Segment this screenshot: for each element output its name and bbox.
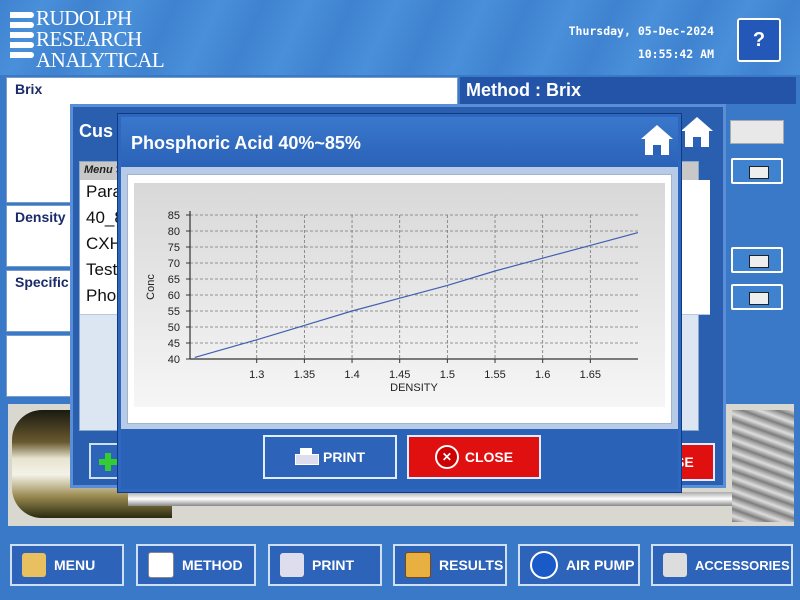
print-button[interactable]: PRINT	[263, 435, 397, 479]
keyboard-icon	[749, 292, 769, 305]
home-icon[interactable]	[641, 125, 673, 157]
y-tick-label: 75	[168, 242, 180, 254]
x-tick-label: 1.45	[389, 369, 410, 381]
print-label: PRINT	[323, 449, 365, 465]
specific-panel: Specific	[6, 270, 76, 332]
air-pump-icon	[530, 551, 558, 579]
results-icon	[405, 552, 431, 578]
y-tick-label: 65	[168, 274, 180, 286]
date-text: Thursday, 05-Dec-2024	[568, 24, 714, 38]
x-tick-label: 1.65	[580, 369, 601, 381]
method-icon	[148, 552, 174, 578]
custom-dialog-title: Cus	[79, 121, 114, 141]
logo-line-3: ANALYTICAL	[36, 48, 165, 72]
nav-label: RESULTS	[439, 557, 504, 573]
keyboard-button-1[interactable]	[731, 158, 783, 184]
nav-label: ACCESSORIES	[695, 557, 790, 573]
y-axis-label: Conc	[145, 274, 157, 300]
keyboard-button-3[interactable]	[731, 284, 783, 310]
nav-label: AIR PUMP	[566, 557, 635, 573]
header-bar: RUDOLPH RESEARCH ANALYTICAL Thursday, 05…	[0, 0, 800, 75]
y-tick-label: 55	[168, 306, 180, 318]
nav-label: MENU	[54, 557, 96, 573]
x-axis-label: DENSITY	[390, 382, 438, 394]
keyboard-button-2[interactable]	[731, 247, 783, 273]
tick-labels: 40 45 50 55 60 65 70 75 80 85 1.3 1.35 1.4 1.45 1.5 1.5…	[168, 210, 601, 381]
chart-area: 40 45 50 55 60 65 70 75 80 85 1.3 1.35 1.4 1.45 1.5 1.5…	[127, 174, 672, 424]
x-tick-label: 1.5	[440, 369, 455, 381]
concentration-chart: 40 45 50 55 60 65 70 75 80 85 1.3 1.35 1.4 1.45 1.5 1.5…	[145, 210, 639, 394]
menu-button[interactable]: MENU	[10, 544, 124, 586]
y-tick-label: 50	[168, 322, 180, 334]
specific-label: Specific	[15, 274, 69, 290]
accessories-button[interactable]: ACCESSORIES	[651, 544, 793, 586]
results-button[interactable]: RESULTS	[393, 544, 507, 586]
y-tick-label: 60	[168, 290, 180, 302]
close-button[interactable]: ✕ CLOSE	[407, 435, 541, 479]
logo-waves-icon	[10, 12, 34, 64]
x-tick-label: 1.4	[344, 369, 359, 381]
dialog-footer: PRINT ✕ CLOSE	[121, 429, 678, 489]
menu-icon	[22, 553, 46, 577]
density-label: Density	[15, 209, 66, 225]
x-tick-label: 1.6	[535, 369, 550, 381]
keyboard-icon	[749, 255, 769, 268]
x-tick-label: 1.3	[249, 369, 264, 381]
blank-panel	[6, 335, 76, 397]
company-logo: RUDOLPH RESEARCH ANALYTICAL	[8, 6, 165, 71]
logo-line-1: RUDOLPH	[36, 6, 132, 30]
logo-line-2: RESEARCH	[36, 27, 142, 51]
close-icon: ✕	[434, 445, 459, 469]
help-button[interactable]: ?	[737, 18, 781, 62]
curve-dialog: Phosphoric Acid 40%~85% 40 45 50 55 60 65 70 75…	[118, 114, 681, 492]
method-button[interactable]: METHOD	[136, 544, 256, 586]
keyboard-icon	[749, 166, 769, 179]
nav-label: METHOD	[182, 557, 243, 573]
y-tick-label: 80	[168, 226, 180, 238]
home-icon[interactable]	[681, 117, 713, 149]
datetime-display: Thursday, 05-Dec-2024 10:55:42 AM	[569, 20, 714, 66]
density-panel: Density	[6, 205, 76, 267]
printer-icon	[295, 448, 319, 466]
grid-lines	[190, 214, 638, 360]
printer-icon	[280, 553, 304, 577]
y-tick-label: 85	[168, 210, 180, 222]
method-field[interactable]	[730, 120, 784, 144]
brix-label: Brix	[15, 81, 43, 97]
dialog-title: Phosphoric Acid 40%~85%	[121, 117, 678, 167]
y-tick-label: 45	[168, 338, 180, 350]
y-tick-label: 70	[168, 258, 180, 270]
time-text: 10:55:42 AM	[637, 47, 714, 61]
air-pump-button[interactable]: AIR PUMP	[518, 544, 640, 586]
nav-label: PRINT	[312, 557, 354, 573]
y-tick-label: 40	[168, 354, 180, 366]
x-tick-label: 1.55	[484, 369, 505, 381]
method-title-bar: Method : Brix	[460, 77, 796, 104]
accessories-icon	[663, 553, 687, 577]
close-label: CLOSE	[464, 449, 514, 465]
print-nav-button[interactable]: PRINT	[268, 544, 382, 586]
x-tick-label: 1.35	[294, 369, 315, 381]
